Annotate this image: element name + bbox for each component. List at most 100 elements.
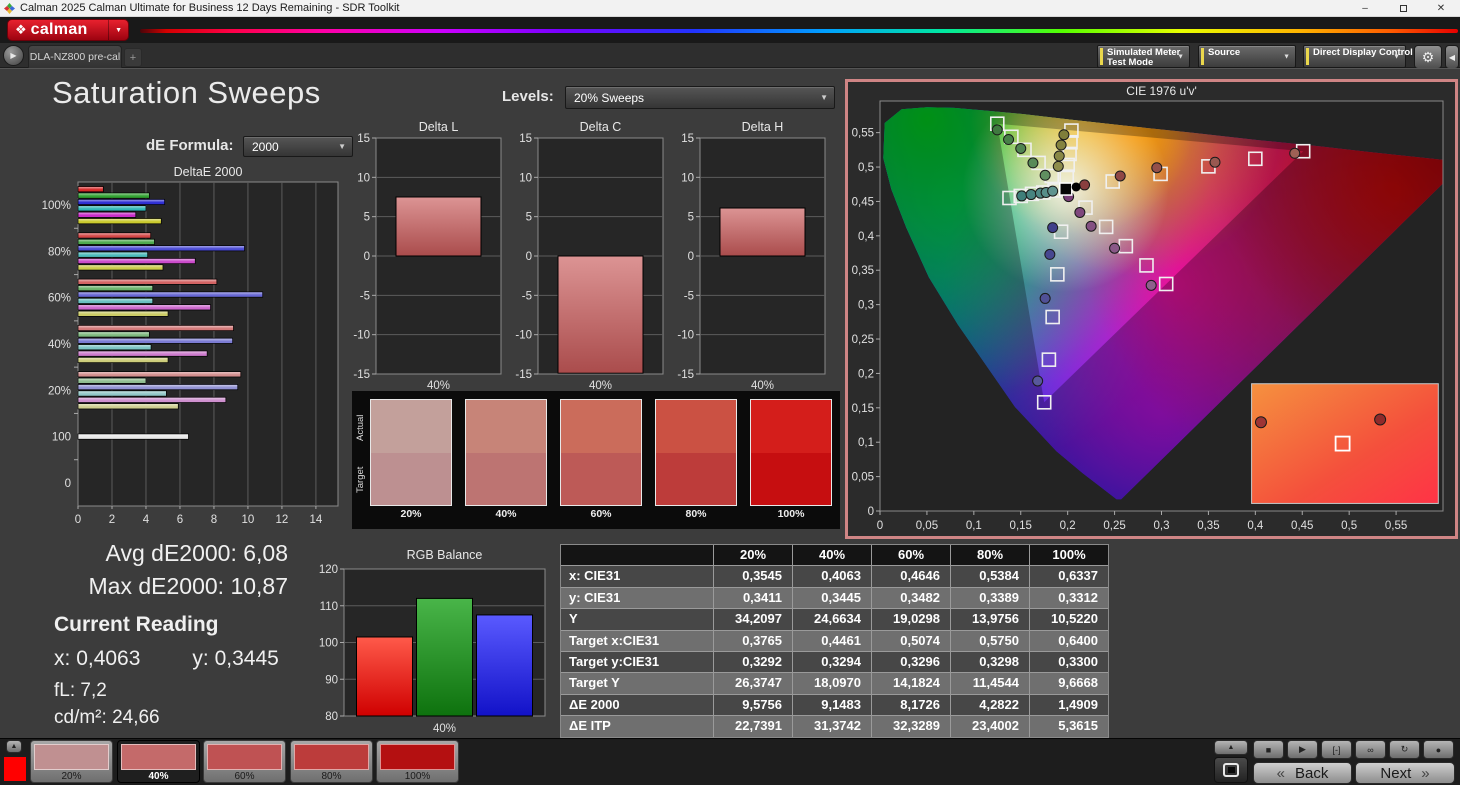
swatch-actual [656,400,736,453]
svg-text:100: 100 [52,432,71,444]
svg-text:14: 14 [310,514,323,526]
table-cell: 0,5074 [872,631,950,651]
table-header-cell: 100% [1030,545,1108,565]
rainbow-accent-strip [140,29,1458,33]
refresh-button[interactable]: ↻ [1389,740,1420,759]
tab-active-layout[interactable]: DLA-NZ800 pre-cal [28,45,122,68]
rgb-balance-chart: 1201101009080RGB Balance40% [316,547,552,737]
table-cell: 0,6337 [1030,566,1108,586]
current-cdm2-readout: cd/m²: 24,66 [54,707,160,729]
calman-menu-button[interactable]: ❖ calman ▼ [7,19,129,41]
table-header-cell: 40% [793,545,871,565]
table-cell: 0,3482 [872,588,950,608]
chevron-right-icon: » [1421,765,1429,782]
de-formula-dropdown[interactable]: 2000 ▼ [243,136,353,157]
display-control-dropdown[interactable]: Direct Display Control ▼ [1303,45,1406,68]
table-cell: 24,6634 [793,609,871,629]
patch-window-button[interactable] [1214,757,1248,783]
back-button[interactable]: « Back [1253,762,1352,784]
window-title: Calman 2025 Calman Ultimate for Business… [20,2,399,14]
measurement-table: 20%40%60%80%100%x: CIE310,35450,40630,46… [560,544,1109,738]
svg-text:10: 10 [519,172,532,184]
play-button[interactable]: ▶ [1287,740,1318,759]
table-cell: 9,6668 [1030,673,1108,693]
table-cell: 0,3294 [793,652,871,672]
svg-text:0,35: 0,35 [852,265,874,277]
settings-button[interactable]: ⚙ [1414,45,1442,69]
table-cell: 23,4002 [951,716,1029,736]
patch-color [380,744,455,770]
accent-stripe [1100,48,1103,65]
table-cell: 0,3296 [872,652,950,672]
svg-text:10: 10 [681,172,694,184]
svg-text:40%: 40% [433,723,456,735]
swatch-label: 40% [465,508,547,520]
patch-button-40%[interactable]: 40% [117,740,200,783]
stop-button[interactable]: ■ [1253,740,1284,759]
svg-text:15: 15 [357,133,370,145]
swatch-target [371,453,451,506]
swatch-actual [466,400,546,453]
svg-text:0,2: 0,2 [858,368,874,380]
swatch-row-label-actual: Actual [355,403,366,453]
app-window: Calman 2025 Calman Ultimate for Business… [0,0,1460,785]
patch-window-icon [1223,763,1239,777]
de-formula-label: dE Formula: [146,137,234,154]
svg-text:0,25: 0,25 [1103,520,1125,532]
cie-diagram-panel: 000,050,050,10,10,150,150,20,20,250,250,… [845,79,1458,539]
page-title: Saturation Sweeps [52,75,321,111]
svg-text:0,15: 0,15 [1010,520,1032,532]
meter-dropdown[interactable]: Simulated Meter Test Mode ▼ [1097,45,1190,68]
svg-text:-5: -5 [522,290,532,302]
current-xy-readout: x: 0,4063y: 0,3445 [54,647,279,671]
table-header-cell: 20% [714,545,792,565]
svg-text:20%: 20% [48,385,71,397]
patch-button-100%[interactable]: 100% [376,740,459,783]
svg-text:80: 80 [325,711,338,723]
expand-patches-button[interactable]: ▲ [6,740,22,753]
svg-text:0,5: 0,5 [1341,520,1357,532]
add-tab-button[interactable]: + [124,48,142,67]
patch-button-60%[interactable]: 60% [203,740,286,783]
table-cell: 4,2822 [951,695,1029,715]
back-button-label: Back [1295,765,1328,782]
minimize-icon[interactable]: – [1346,0,1384,17]
current-patch-preview [4,757,26,781]
table-row-label: ΔE 2000 [561,695,713,715]
record-button[interactable]: ● [1423,740,1454,759]
svg-text:40%: 40% [589,380,612,391]
close-icon[interactable]: ✕ [1422,0,1460,17]
svg-text:0,05: 0,05 [916,520,938,532]
svg-text:0,05: 0,05 [852,472,874,484]
table-cell: 0,4646 [872,566,950,586]
svg-text:Delta L: Delta L [419,120,459,134]
next-button[interactable]: Next » [1355,762,1455,784]
svg-text:0,55: 0,55 [852,128,874,140]
table-cell: 9,1483 [793,695,871,715]
table-cell: 26,3747 [714,673,792,693]
svg-text:90: 90 [325,674,338,686]
levels-dropdown[interactable]: 20% Sweeps ▼ [565,86,835,109]
table-row-label: y: CIE31 [561,588,713,608]
svg-text:5: 5 [688,212,694,224]
collapse-panel-button[interactable]: ◀ [1445,45,1459,69]
table-cell: 5,3615 [1030,716,1108,736]
step-button[interactable]: [-] [1321,740,1352,759]
layout-nav-button[interactable]: ▶ [3,45,24,66]
table-cell: 31,3742 [793,716,871,736]
calman-gem-icon: ❖ [15,22,27,38]
svg-text:0,25: 0,25 [852,334,874,346]
patch-button-80%[interactable]: 80% [290,740,373,783]
loop-button[interactable]: ∞ [1355,740,1386,759]
accent-stripe [1201,48,1204,65]
swatch-40% [465,399,547,506]
table-cell: 8,1726 [872,695,950,715]
table-cell: 0,4461 [793,631,871,651]
restore-icon[interactable] [1384,0,1422,17]
source-dropdown[interactable]: Source ▼ [1198,45,1296,68]
expand-controls-button[interactable]: ▲ [1214,740,1248,755]
svg-text:0: 0 [877,520,883,532]
delta-l-chart: 151050-5-10-15Delta L40% [352,119,504,391]
gear-icon: ⚙ [1422,49,1435,66]
patch-button-20%[interactable]: 20% [30,740,113,783]
